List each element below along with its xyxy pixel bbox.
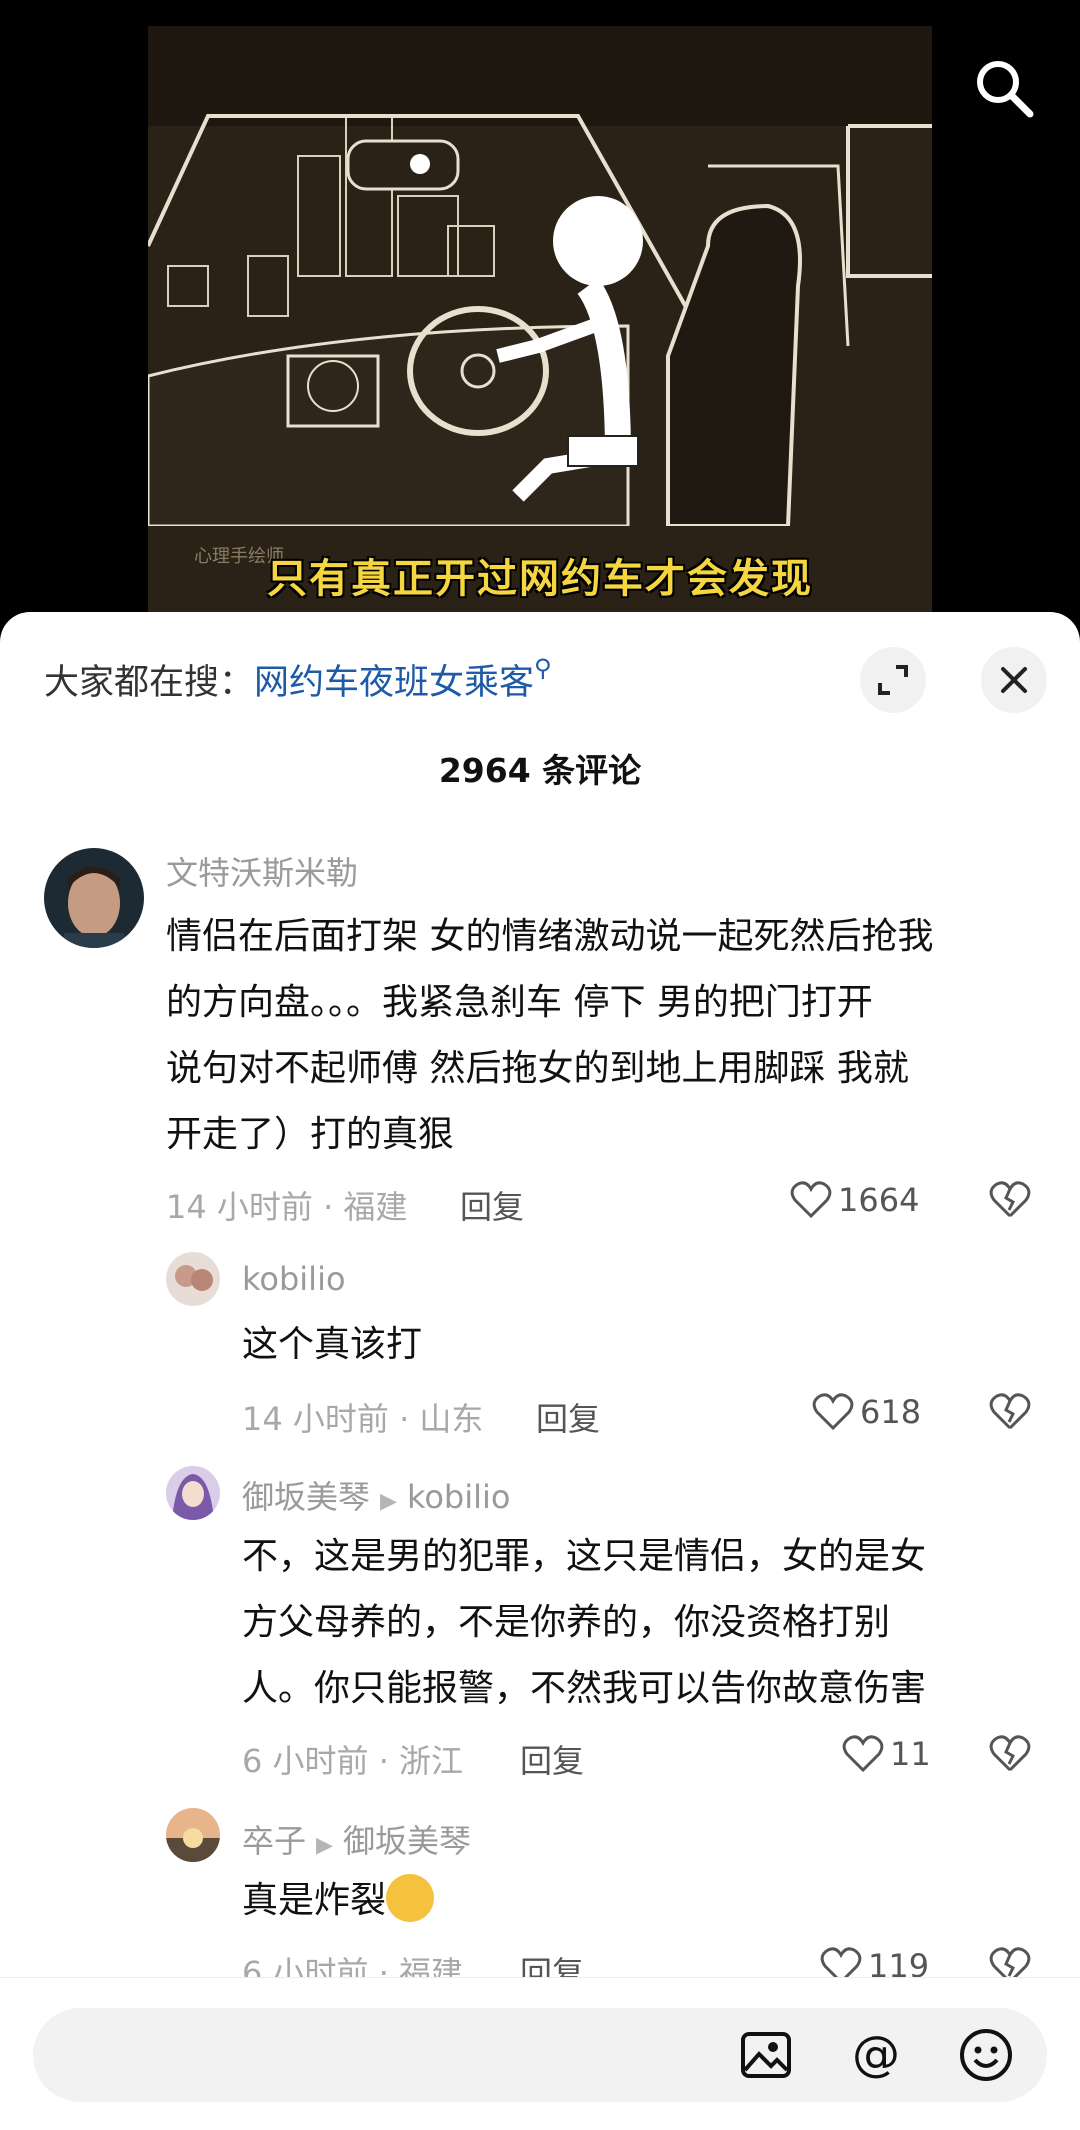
image-icon[interactable] [733, 2022, 799, 2088]
video-frame-illustration [148, 26, 932, 616]
broken-heart-icon [989, 1181, 1031, 1218]
expand-button[interactable] [860, 647, 926, 713]
search-icon[interactable] [972, 56, 1036, 120]
comment-sheet: 大家都在搜：网约车夜班女乘客⚲ 2964 条评论 文特沃斯米勒 情侣在后面打架 … [0, 612, 1080, 2130]
avatar[interactable] [166, 1252, 220, 1306]
heart-icon [790, 1181, 832, 1219]
dislike-button[interactable] [988, 1180, 1032, 1224]
comment-count: 2964 条评论 [438, 751, 642, 790]
dislike-button[interactable] [988, 1734, 1032, 1778]
comment-text-line: 不，这是男的犯罪，这只是情侣，女的是女 [242, 1536, 927, 1577]
avatar[interactable] [166, 1808, 220, 1862]
comment-meta: 6 小时前 · 浙江 [242, 1742, 464, 1780]
like-count: 618 [860, 1393, 922, 1431]
broken-heart-icon [989, 1735, 1031, 1772]
reply-button[interactable]: 回复 [460, 1182, 524, 1228]
comment-meta: 14 小时前 · 福建 [166, 1188, 408, 1226]
reply-arrow-icon: ▶ [380, 1489, 397, 1514]
avatar[interactable] [166, 1466, 220, 1520]
like-count: 11 [890, 1735, 931, 1773]
comment-meta: 14 小时前 · 山东 [242, 1400, 484, 1438]
comment-text: 真是炸裂 [242, 1880, 387, 1921]
comment-username[interactable]: 文特沃斯米勒 [166, 848, 358, 894]
close-button[interactable] [981, 647, 1047, 713]
small-search-icon: ⚲ [534, 654, 552, 682]
username-text: 卒子 [242, 1822, 307, 1860]
comment-text-line: 说句对不起师傅 然后拖女的到地上用脚踩 我就 [166, 1048, 909, 1089]
broken-heart-icon [989, 1393, 1031, 1430]
comment-text-line: 方父母养的，不是你养的，你没资格打别 [242, 1602, 891, 1643]
hot-search-term[interactable]: 网约车夜班女乘客 [254, 663, 534, 703]
comment-username[interactable]: 御坂美琴 ▶ kobilio [242, 1472, 510, 1518]
comment-input[interactable]: @ [33, 2008, 1047, 2102]
comment-username[interactable]: 卒子 ▶ 御坂美琴 [242, 1816, 471, 1862]
hot-search-bar[interactable]: 大家都在搜：网约车夜班女乘客⚲ [44, 654, 552, 705]
reply-button[interactable]: 回复 [520, 1736, 584, 1782]
reply-to-username[interactable]: 御坂美琴 [343, 1822, 471, 1860]
comment-text-line: 情侣在后面打架 女的情绪激动说一起死然后抢我 [166, 916, 934, 957]
hot-search-prefix: 大家都在搜： [44, 663, 255, 703]
comment-username[interactable]: kobilio [242, 1260, 346, 1298]
expand-icon [878, 665, 908, 695]
at-icon[interactable]: @ [843, 2022, 909, 2088]
like-count: 1664 [838, 1181, 920, 1219]
username-text: 御坂美琴 [242, 1478, 371, 1516]
comment-text-line: 真是炸裂 [242, 1868, 435, 1934]
video-subtitle: 只有真正开过网约车才会发现 [267, 556, 813, 602]
shocked-emoji-icon [386, 1874, 435, 1922]
comment-text-line: 的方向盘。。。我紧急刹车 停下 男的把门打开 [166, 982, 873, 1023]
like-button[interactable]: 618 [812, 1392, 921, 1432]
close-icon [1001, 667, 1027, 693]
heart-icon [842, 1735, 884, 1773]
reply-arrow-icon: ▶ [316, 1833, 333, 1858]
heart-icon [812, 1393, 854, 1431]
comment-composer: @ [0, 1977, 1080, 2130]
emoji-icon[interactable] [953, 2022, 1019, 2088]
comment-text-line: 人。你只能报警，不然我可以告你故意伤害 [242, 1668, 927, 1709]
reply-button[interactable]: 回复 [536, 1394, 600, 1440]
dislike-button[interactable] [988, 1392, 1032, 1436]
comment-text-line: 这个真该打 [242, 1324, 423, 1365]
comment-text-line: 开走了）打的真狠 [166, 1114, 455, 1155]
video-player[interactable]: 心理手绘师 只有真正开过网约车才会发现 [148, 26, 932, 616]
like-button[interactable]: 11 [842, 1734, 931, 1774]
like-button[interactable]: 1664 [790, 1180, 919, 1220]
reply-to-username[interactable]: kobilio [407, 1478, 511, 1516]
avatar[interactable] [44, 848, 144, 948]
svg-text:@: @ [852, 2026, 900, 2082]
